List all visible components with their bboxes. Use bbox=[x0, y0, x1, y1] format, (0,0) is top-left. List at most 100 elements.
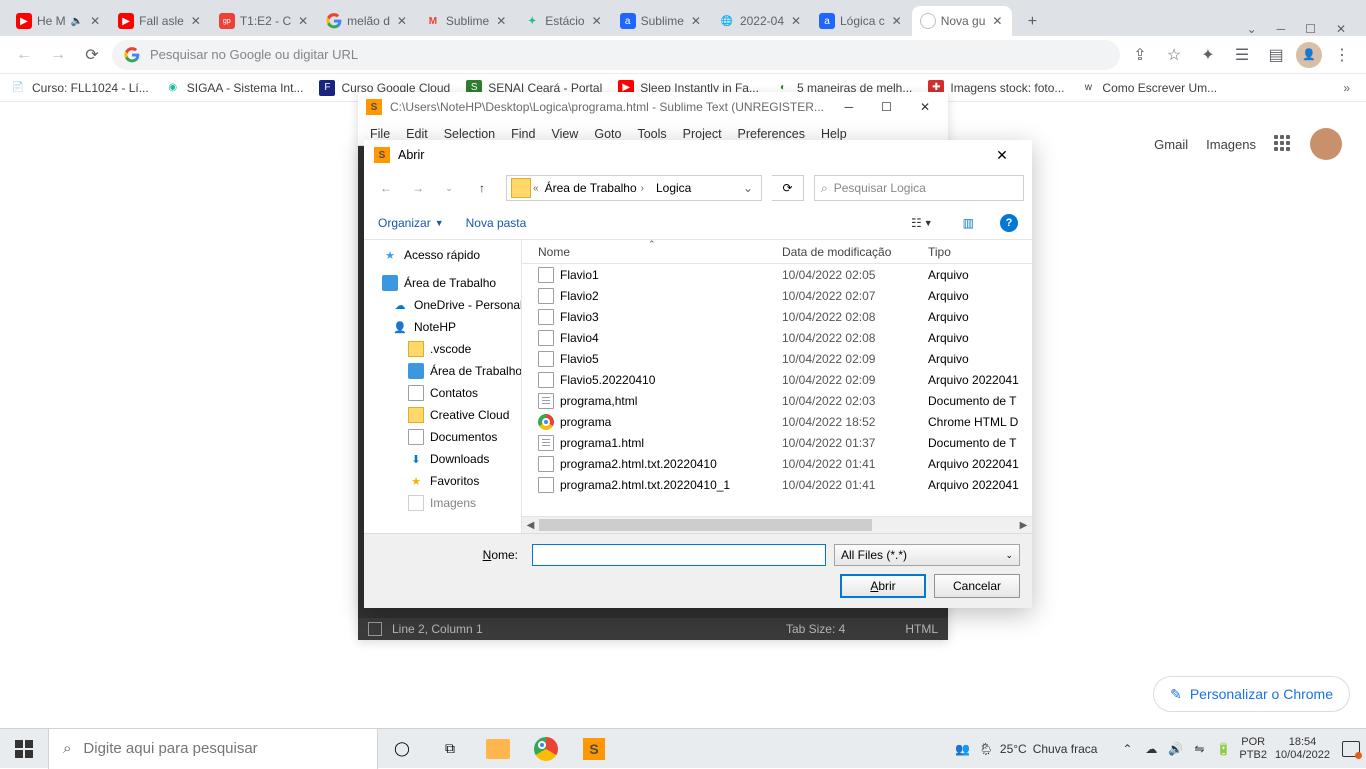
file-row[interactable]: Flavio410/04/2022 02:08Arquivo bbox=[522, 327, 1032, 348]
panel-icon[interactable] bbox=[368, 622, 382, 636]
bookmark-icon[interactable]: ☆ bbox=[1160, 41, 1188, 69]
reading-list-icon[interactable]: ☰ bbox=[1228, 41, 1256, 69]
nav-folder[interactable]: Área de Trabalho bbox=[364, 360, 521, 382]
status-syntax[interactable]: HTML bbox=[905, 622, 938, 636]
address-bar[interactable]: Pesquisar no Google ou digitar URL bbox=[112, 40, 1120, 70]
menu-project[interactable]: Project bbox=[675, 127, 730, 141]
account-avatar[interactable] bbox=[1310, 128, 1342, 160]
tab-4[interactable]: MSublime✕ bbox=[417, 6, 516, 36]
task-chrome[interactable] bbox=[522, 729, 570, 769]
nav-images[interactable]: Imagens bbox=[364, 492, 521, 514]
help-icon[interactable]: ? bbox=[1000, 214, 1018, 232]
status-position[interactable]: Line 2, Column 1 bbox=[392, 622, 483, 636]
task-sublime[interactable]: S bbox=[570, 729, 618, 769]
nav-folder[interactable]: Creative Cloud bbox=[364, 404, 521, 426]
close-icon[interactable]: ✕ bbox=[296, 14, 310, 28]
chevron-up-icon[interactable]: ⌃ bbox=[1119, 741, 1135, 757]
weather-widget[interactable]: 🌦 25°C Chuva fraca bbox=[979, 742, 1098, 756]
history-dropdown[interactable]: ⌄ bbox=[436, 176, 464, 200]
clock[interactable]: 18:5410/04/2022 bbox=[1275, 736, 1330, 762]
chevron-down-icon[interactable]: ⌄ bbox=[1247, 22, 1257, 36]
view-mode-button[interactable]: ☷ ▼ bbox=[907, 216, 937, 230]
tab-3[interactable]: melão d✕ bbox=[318, 6, 417, 36]
close-icon[interactable]: ✕ bbox=[189, 14, 203, 28]
tab-8[interactable]: aLógica c✕ bbox=[811, 6, 912, 36]
close-icon[interactable]: ✕ bbox=[910, 100, 940, 114]
menu-goto[interactable]: Goto bbox=[586, 127, 629, 141]
bookmark-item[interactable]: ᴡComo Escrever Um... bbox=[1080, 80, 1217, 96]
bookmarks-overflow[interactable]: » bbox=[1337, 81, 1356, 95]
breadcrumb[interactable]: « Área de Trabalho› Logica ⌄ bbox=[506, 175, 762, 201]
close-icon[interactable]: ✕ bbox=[990, 14, 1004, 28]
menu-view[interactable]: View bbox=[543, 127, 586, 141]
back-button[interactable]: ← bbox=[10, 41, 38, 69]
close-icon[interactable]: ✕ bbox=[789, 14, 803, 28]
forward-button[interactable]: → bbox=[44, 41, 72, 69]
nav-user[interactable]: 👤NoteHP bbox=[364, 316, 521, 338]
tab-7[interactable]: 🌐2022-04✕ bbox=[711, 6, 811, 36]
tab-6[interactable]: aSublime✕ bbox=[612, 6, 711, 36]
nav-onedrive[interactable]: ☁OneDrive - Personal bbox=[364, 294, 521, 316]
file-row[interactable]: programa,html10/04/2022 02:03Documento d… bbox=[522, 390, 1032, 411]
file-row[interactable]: Flavio110/04/2022 02:05Arquivo bbox=[522, 264, 1032, 285]
bookmark-item[interactable]: 📄Curso: FLL1024 - Lí... bbox=[10, 80, 149, 96]
menu-file[interactable]: File bbox=[362, 127, 398, 141]
cancel-button[interactable]: Cancelar bbox=[934, 574, 1020, 598]
maximize-icon[interactable]: ☐ bbox=[871, 100, 902, 114]
start-button[interactable] bbox=[0, 729, 48, 769]
organize-menu[interactable]: Organizar ▼ bbox=[378, 216, 444, 230]
close-icon[interactable]: ✕ bbox=[88, 14, 102, 28]
column-headers[interactable]: ⌃ Nome Data de modificação Tipo bbox=[522, 240, 1032, 264]
file-row[interactable]: programa2.html.txt.20220410_110/04/2022 … bbox=[522, 474, 1032, 495]
tab-1[interactable]: ▶Fall asle✕ bbox=[110, 6, 211, 36]
close-icon[interactable]: ✕ bbox=[395, 14, 409, 28]
close-icon[interactable]: ✕ bbox=[494, 14, 508, 28]
horizontal-scrollbar[interactable]: ◀ ▶ bbox=[522, 516, 1032, 533]
language-indicator[interactable]: PORPTB2 bbox=[1239, 736, 1267, 762]
bookmark-item[interactable]: ✚Imagens stock: foto... bbox=[928, 80, 1064, 96]
images-link[interactable]: Imagens bbox=[1206, 137, 1256, 152]
file-row[interactable]: programa10/04/2022 18:52Chrome HTML D bbox=[522, 411, 1032, 432]
dialog-titlebar[interactable]: S Abrir ✕ bbox=[364, 140, 1032, 170]
reload-button[interactable]: ⟳ bbox=[78, 41, 106, 69]
nav-documents[interactable]: Documentos bbox=[364, 426, 521, 448]
profile-avatar[interactable]: 👤 bbox=[1296, 42, 1322, 68]
bookmark-item[interactable]: ◉SIGAA - Sistema Int... bbox=[165, 80, 304, 96]
col-type[interactable]: Tipo bbox=[928, 245, 1032, 259]
scroll-left-icon[interactable]: ◀ bbox=[522, 520, 539, 531]
new-tab-button[interactable]: + bbox=[1018, 8, 1046, 36]
nav-desktop[interactable]: Área de Trabalho bbox=[364, 272, 521, 294]
status-tabsize[interactable]: Tab Size: 4 bbox=[786, 622, 845, 636]
task-explorer[interactable] bbox=[474, 729, 522, 769]
chevron-down-icon[interactable]: ⌄ bbox=[737, 181, 759, 195]
sublime-titlebar[interactable]: S C:\Users\NoteHP\Desktop\Logica\program… bbox=[358, 92, 948, 122]
filetype-select[interactable]: All Files (*.*)⌄ bbox=[834, 544, 1020, 566]
minimize-icon[interactable]: ─ bbox=[835, 100, 864, 114]
scroll-thumb[interactable] bbox=[539, 519, 872, 531]
menu-tools[interactable]: Tools bbox=[629, 127, 674, 141]
tab-9[interactable]: Nova gu✕ bbox=[912, 6, 1013, 36]
taskbar-search[interactable]: ⌕ bbox=[48, 729, 378, 769]
file-row[interactable]: programa2.html.txt.2022041010/04/2022 01… bbox=[522, 453, 1032, 474]
close-icon[interactable]: ✕ bbox=[689, 14, 703, 28]
forward-button[interactable]: → bbox=[404, 176, 432, 200]
file-row[interactable]: Flavio210/04/2022 02:07Arquivo bbox=[522, 285, 1032, 306]
up-button[interactable]: ↑ bbox=[468, 176, 496, 200]
nav-contacts[interactable]: Contatos bbox=[364, 382, 521, 404]
open-button[interactable]: Abrir bbox=[840, 574, 926, 598]
extensions-icon[interactable]: ✦ bbox=[1194, 41, 1222, 69]
menu-preferences[interactable]: Preferences bbox=[730, 127, 813, 141]
scroll-right-icon[interactable]: ▶ bbox=[1015, 520, 1032, 531]
preview-pane-button[interactable]: ▥ bbox=[959, 216, 978, 230]
tab-2[interactable]: gpT1:E2 - C✕ bbox=[211, 6, 318, 36]
side-panel-icon[interactable]: ▤ bbox=[1262, 41, 1290, 69]
gmail-link[interactable]: Gmail bbox=[1154, 137, 1188, 152]
notifications-icon[interactable] bbox=[1342, 741, 1360, 757]
close-icon[interactable]: ✕ bbox=[890, 14, 904, 28]
tab-5[interactable]: ✦Estácio✕ bbox=[516, 6, 611, 36]
nav-quick-access[interactable]: ★Acesso rápido bbox=[364, 244, 521, 266]
share-icon[interactable]: ⇪ bbox=[1126, 41, 1154, 69]
nav-favorites[interactable]: ★Favoritos bbox=[364, 470, 521, 492]
volume-icon[interactable]: 🔊 bbox=[1167, 741, 1183, 757]
col-date[interactable]: Data de modificação bbox=[782, 245, 928, 259]
